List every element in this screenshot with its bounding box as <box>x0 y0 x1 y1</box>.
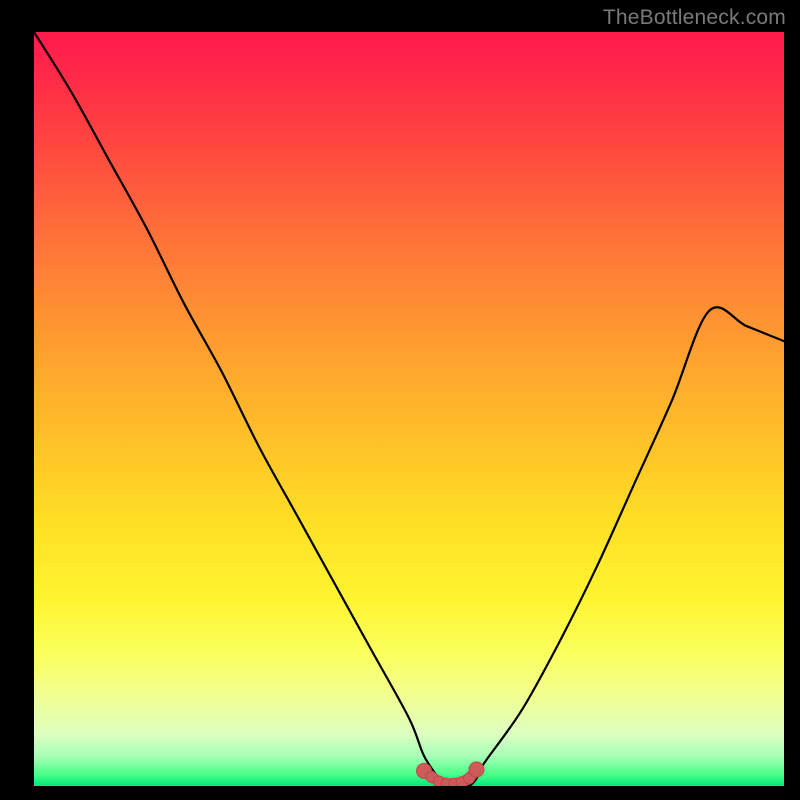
chart-frame: TheBottleneck.com <box>0 0 800 800</box>
plot-area <box>34 32 784 786</box>
lowest-range-marker <box>469 762 484 777</box>
bottleneck-curve-path <box>34 32 784 786</box>
watermark-text: TheBottleneck.com <box>603 6 786 30</box>
bottleneck-curve-svg <box>34 32 784 786</box>
